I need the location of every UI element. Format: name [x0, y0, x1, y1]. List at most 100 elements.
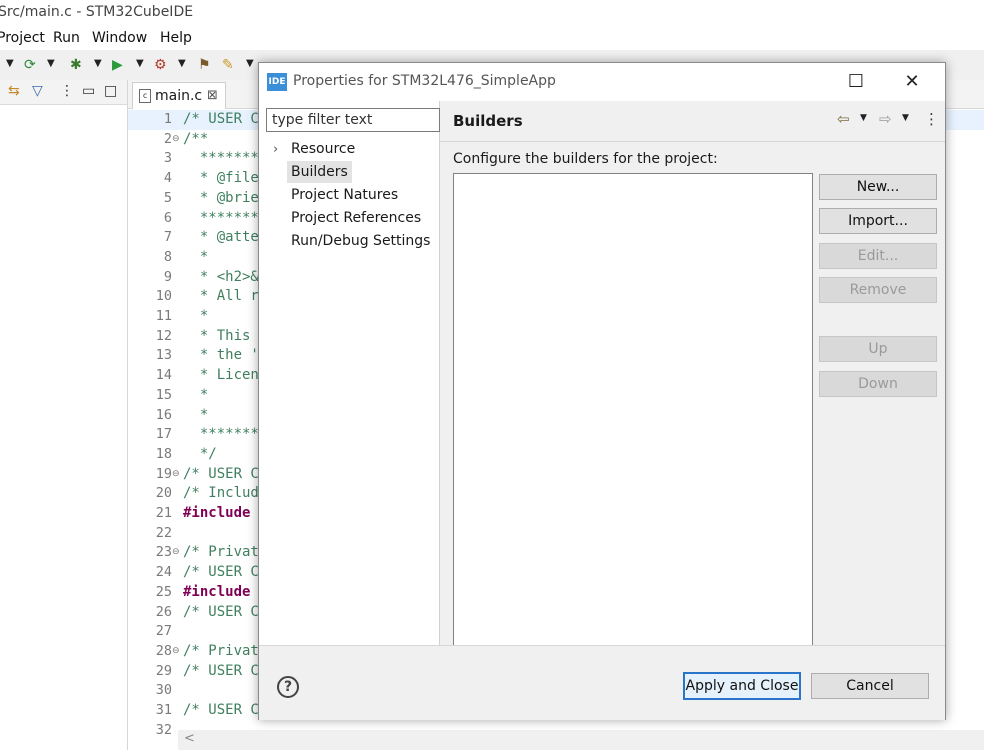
editor-tab-main-c[interactable]: c main.c ⊠	[132, 82, 226, 109]
ide-window-title: Src/main.c - STM32CubeIDE	[0, 4, 194, 20]
help-icon[interactable]: ?	[277, 676, 299, 698]
run-icon[interactable]: ▶	[112, 56, 123, 74]
code-line: /* USER C	[183, 564, 259, 580]
fold-toggle-icon[interactable]: ⊖	[172, 469, 180, 479]
fold-toggle-icon[interactable]: ⊖	[172, 134, 180, 144]
explorer-toolbar: ⇆ ▽ ⋮ ▭ □	[0, 80, 127, 105]
back-history-dropdown-icon[interactable]: ▼	[860, 113, 867, 123]
nav-item-project-natures[interactable]: Project Natures	[287, 184, 402, 206]
link-editor-icon[interactable]: ⇆	[8, 83, 20, 99]
code-line: /* Privat	[183, 643, 259, 659]
line-number: 15	[155, 387, 172, 403]
minimize-icon[interactable]: ▭	[82, 83, 95, 99]
code-line: * This	[183, 328, 251, 344]
line-number: 14	[155, 367, 172, 383]
forward-arrow-icon[interactable]: ⇨	[879, 110, 892, 128]
view-menu-icon[interactable]: ⋮	[924, 110, 939, 128]
line-number: 1	[163, 111, 172, 127]
code-line: /* USER C	[183, 702, 259, 718]
code-line: *	[183, 249, 209, 265]
ide-title-bar: Src/main.c - STM32CubeIDE	[0, 0, 984, 26]
close-tab-icon[interactable]: ⊠	[207, 88, 218, 103]
move-down-button[interactable]: Down	[819, 371, 937, 397]
menu-help[interactable]: Help	[160, 30, 192, 46]
external-tools-icon[interactable]: ⚙	[154, 56, 167, 74]
line-number: 23	[155, 544, 172, 560]
chevron-down-icon[interactable]: ▼	[178, 58, 186, 69]
chevron-right-icon[interactable]: ›	[273, 142, 278, 157]
nav-item-run-debug-settings[interactable]: Run/Debug Settings	[287, 230, 434, 252]
dialog-button-bar: ? Apply and Close Cancel	[259, 645, 945, 720]
edit-builder-button[interactable]: Edit...	[819, 243, 937, 269]
wand-icon[interactable]: ✎	[222, 56, 234, 74]
forward-history-dropdown-icon[interactable]: ▼	[902, 113, 909, 123]
nav-item-builders[interactable]: Builders	[287, 161, 352, 183]
code-line: */	[183, 446, 217, 462]
view-menu-icon[interactable]: ⋮	[60, 83, 74, 99]
line-number: 3	[163, 150, 172, 166]
chevron-down-icon[interactable]: ▼	[47, 58, 55, 69]
fold-toggle-icon[interactable]: ⊖	[172, 547, 180, 557]
maximize-icon[interactable]: □	[104, 83, 117, 99]
chevron-down-icon[interactable]: ▼	[94, 58, 102, 69]
line-number: 6	[163, 210, 172, 226]
apply-and-close-button[interactable]: Apply and Close	[683, 672, 801, 700]
line-number: 30	[155, 682, 172, 698]
filter-icon[interactable]: ▽	[32, 83, 43, 99]
open-type-icon[interactable]: ⚑	[198, 56, 211, 74]
refresh-icon[interactable]: ⟳	[24, 56, 36, 74]
code-line: #include	[183, 584, 259, 600]
nav-item-project-references[interactable]: Project References	[287, 207, 425, 229]
cancel-button[interactable]: Cancel	[811, 673, 929, 699]
page-description: Configure the builders for the project:	[453, 151, 718, 167]
scroll-left-icon[interactable]: <	[184, 731, 195, 746]
line-number: 31	[155, 702, 172, 718]
project-explorer-panel: ⇆ ▽ ⋮ ▭ □	[0, 80, 128, 750]
back-arrow-icon[interactable]: ⇦	[837, 110, 850, 128]
code-line: * All r	[183, 288, 259, 304]
properties-dialog: IDE Properties for STM32L476_SimpleApp ☐…	[258, 62, 946, 720]
dialog-title: Properties for STM32L476_SimpleApp	[293, 73, 556, 89]
remove-builder-button[interactable]: Remove	[819, 277, 937, 303]
line-number: 9	[163, 269, 172, 285]
nav-item-resource[interactable]: Resource	[287, 138, 359, 160]
code-line: * @atte	[183, 229, 259, 245]
menu-project[interactable]: Project	[0, 30, 45, 46]
chevron-down-icon[interactable]: ▼	[246, 58, 254, 69]
code-line: /**	[183, 131, 209, 147]
line-number: 32	[155, 722, 172, 738]
code-line: *******	[183, 426, 259, 442]
code-line: * Licen	[183, 367, 259, 383]
chevron-down-icon[interactable]: ▼	[6, 58, 14, 69]
line-number: 4	[163, 170, 172, 186]
menu-run[interactable]: Run	[53, 30, 80, 46]
page-header: Builders ⇦ ▼ ⇨ ▼ ⋮	[440, 101, 945, 142]
line-number: 2	[163, 131, 172, 147]
chevron-down-icon[interactable]: ▼	[136, 58, 144, 69]
horizontal-scrollbar[interactable]: <	[178, 730, 984, 750]
code-line: /* USER C	[183, 111, 259, 127]
code-line: /* USER C	[183, 466, 259, 482]
maximize-button[interactable]: ☐	[833, 63, 879, 101]
line-number: 7	[163, 229, 172, 245]
code-line: * @file	[183, 170, 259, 186]
menu-window[interactable]: Window	[92, 30, 147, 46]
move-up-button[interactable]: Up	[819, 336, 937, 362]
import-builder-button[interactable]: Import...	[819, 208, 937, 234]
builders-list[interactable]	[453, 173, 813, 647]
new-builder-button[interactable]: New...	[819, 174, 937, 200]
line-number: 29	[155, 663, 172, 679]
code-line: /* Privat	[183, 544, 259, 560]
filter-input[interactable]	[266, 108, 440, 132]
fold-toggle-icon[interactable]: ⊖	[172, 646, 180, 656]
close-button[interactable]: ✕	[889, 63, 935, 101]
line-number: 18	[155, 446, 172, 462]
editor-tab-label: main.c	[155, 88, 203, 104]
line-number: 5	[163, 190, 172, 206]
builders-page: Builders ⇦ ▼ ⇨ ▼ ⋮ Configure the builder…	[440, 101, 945, 647]
debug-bug-icon[interactable]: ✱	[70, 56, 82, 74]
line-number: 22	[155, 525, 172, 541]
code-line: *******	[183, 150, 259, 166]
code-line: *	[183, 308, 209, 324]
code-line: *******	[183, 210, 259, 226]
